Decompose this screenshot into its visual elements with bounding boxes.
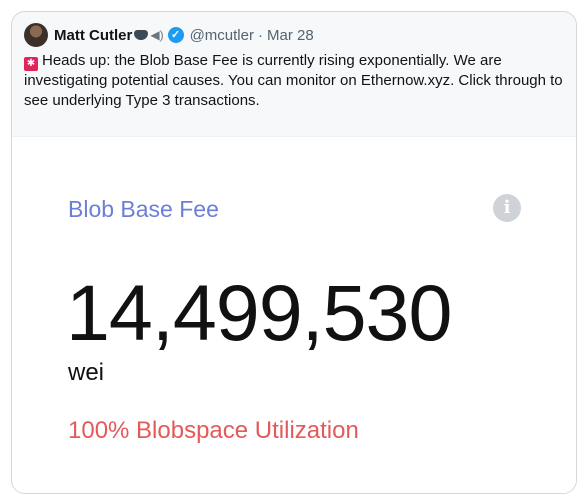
name-emoji: ◀) — [134, 28, 164, 42]
author-handle[interactable]: @mcutler — [190, 27, 254, 44]
separator: · — [257, 26, 263, 44]
speaker-icon: ◀) — [150, 28, 164, 42]
tweet-body: Matt Cutler ◀) ✓ @mcutler · Mar 28 ✱ Head… — [12, 12, 576, 111]
tweet-header: Matt Cutler ◀) ✓ @mcutler · Mar 28 — [24, 22, 564, 48]
avatar[interactable] — [24, 23, 48, 47]
metric-label: Blob Base Fee — [68, 196, 219, 222]
tweet-date[interactable]: Mar 28 — [267, 27, 314, 44]
verified-badge-icon: ✓ — [167, 27, 184, 43]
metric-value: 14,499,530 — [66, 268, 452, 357]
info-icon: i — [493, 194, 521, 222]
bat-icon — [134, 30, 149, 40]
metric-unit: wei — [68, 359, 105, 386]
tweet-text-content: Heads up: the Blob Base Fee is currently… — [24, 52, 563, 109]
tweet-text: ✱ Heads up: the Blob Base Fee is currentl… — [24, 51, 564, 111]
utilization-label: 100% Blobspace Utilization — [68, 417, 359, 444]
author-name[interactable]: Matt Cutler — [54, 27, 132, 44]
media-image[interactable]: Blob Base Fee i 14,499,530 wei 100% Blob… — [12, 136, 576, 493]
tweet-card[interactable]: Matt Cutler ◀) ✓ @mcutler · Mar 28 ✱ Head… — [11, 11, 577, 494]
siren-icon: ✱ — [24, 57, 38, 71]
